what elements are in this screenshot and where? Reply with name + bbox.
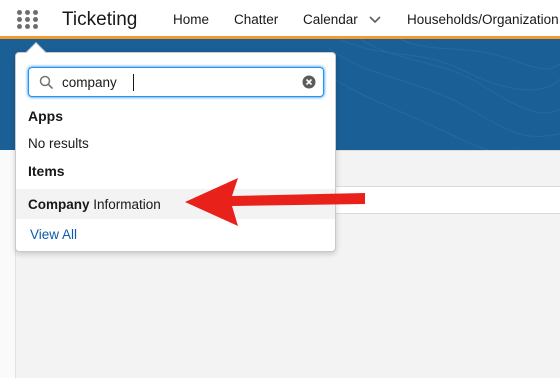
app-name: Ticketing [62,9,138,30]
apps-heading: Apps [28,108,63,124]
list-item-match: Company [28,197,90,212]
view-all-link[interactable]: View All [30,227,77,242]
nav-item-calendar[interactable]: Calendar [303,12,358,27]
search-icon [39,75,53,89]
items-heading: Items [28,163,65,179]
content-left-edge [0,150,16,378]
clear-icon[interactable] [302,75,316,89]
nav-item-households[interactable]: Households/Organization [407,12,559,27]
top-navigation: Ticketing Home Chatter Calendar Househol… [0,0,560,39]
list-item-rest: Information [89,197,161,212]
app-launcher-icon[interactable] [17,10,41,30]
nav-item-home[interactable]: Home [173,12,209,27]
text-caret [133,74,134,91]
apps-no-results: No results [28,136,89,151]
search-input[interactable] [62,72,292,92]
nav-item-chatter[interactable]: Chatter [234,12,278,27]
list-item-label: Company Information [28,197,161,212]
chevron-down-icon[interactable] [369,15,381,25]
search-field[interactable] [28,67,324,97]
arrow-annotation-icon [185,178,365,226]
